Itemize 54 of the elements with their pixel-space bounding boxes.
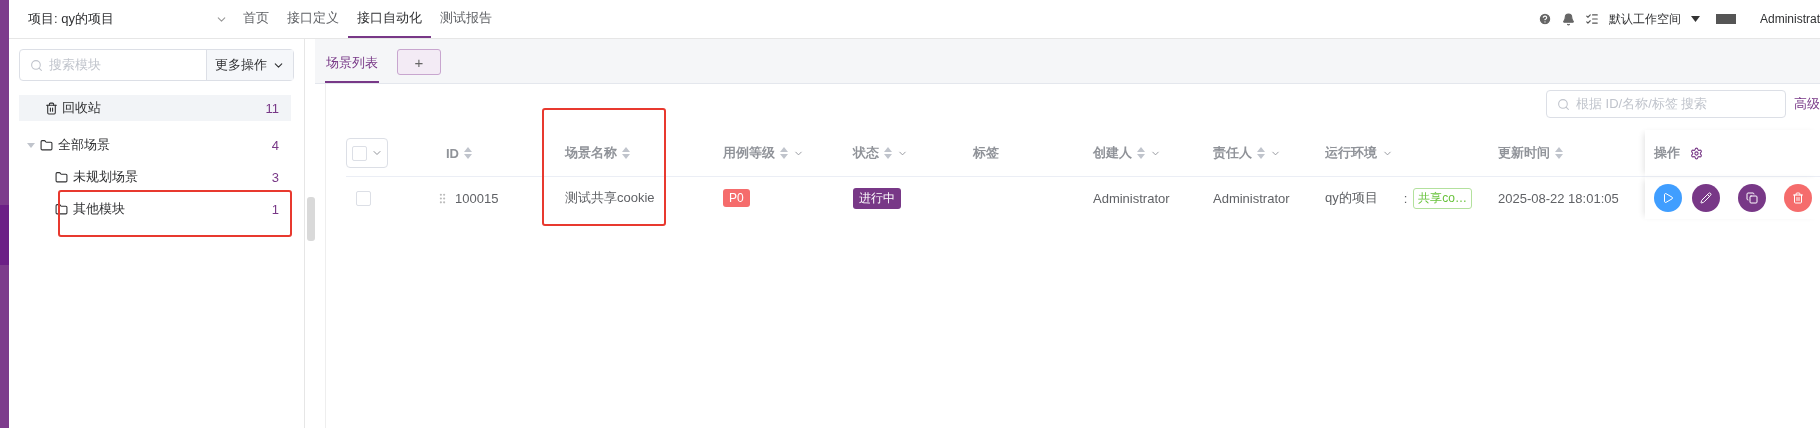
nav-tab[interactable]: 首页 <box>234 0 278 38</box>
advanced-search-link[interactable]: 高级 <box>1794 95 1820 113</box>
folder-icon <box>55 170 68 184</box>
sort-icon[interactable] <box>1257 147 1265 159</box>
status-badge: 进行中 <box>853 187 901 209</box>
sort-icon[interactable] <box>1137 147 1145 159</box>
level-badge: P0 <box>723 189 750 207</box>
checklist-icon[interactable] <box>1584 12 1599 26</box>
table-cell: 100015 <box>455 190 499 206</box>
settings-icon[interactable] <box>1690 146 1703 160</box>
table-cell: 2025-08-22 18:01:05 <box>1498 190 1619 206</box>
tree-item[interactable]: 其他模块 1 <box>19 193 291 225</box>
folder-icon <box>40 138 53 152</box>
project-select[interactable]: 项目: qy的项目 <box>9 10 228 28</box>
table-cell: qy的项目 <box>1325 189 1378 207</box>
user-name[interactable]: Administrat <box>1759 12 1820 26</box>
nav-tab[interactable]: 接口定义 <box>278 0 348 38</box>
recycle-bin-item[interactable]: 回收站 11 <box>19 95 291 121</box>
edit-button[interactable] <box>1692 184 1720 212</box>
tab[interactable]: 场景列表 <box>325 45 379 83</box>
resize-handle[interactable] <box>307 196 315 241</box>
row-checkbox[interactable] <box>356 190 371 206</box>
caret-down-icon <box>1690 16 1700 22</box>
nav-tab[interactable]: 测试报告 <box>431 0 501 38</box>
column-header: 操作 <box>1654 144 1680 162</box>
tree-item[interactable]: 未规划场景 3 <box>19 161 291 193</box>
tree-item[interactable]: 全部场景 4 <box>19 129 291 161</box>
add-tab-button[interactable]: + <box>397 49 441 75</box>
caret-icon <box>27 141 35 149</box>
delete-button[interactable] <box>1784 184 1812 212</box>
sort-icon[interactable] <box>780 147 788 159</box>
header-checkbox[interactable] <box>351 145 367 161</box>
env-tag: 共享co… <box>1413 187 1473 209</box>
trash-icon <box>45 101 58 115</box>
play-icon <box>1662 192 1674 204</box>
sort-icon[interactable] <box>1555 147 1563 159</box>
table-cell: 测试共享cookie <box>565 189 655 207</box>
pencil-icon <box>1700 192 1712 204</box>
trash-icon <box>1792 192 1804 204</box>
sort-icon[interactable] <box>622 147 630 159</box>
search-icon <box>1557 97 1570 111</box>
separator-text: : <box>1403 190 1408 206</box>
table-cell: Administrator <box>1213 190 1290 206</box>
select-all-dropdown[interactable] <box>346 138 388 168</box>
workspace-select[interactable]: 默认工作空间 <box>1608 10 1681 28</box>
sort-icon[interactable] <box>464 147 472 159</box>
copy-button[interactable] <box>1738 184 1766 212</box>
copy-icon <box>1746 192 1758 204</box>
table-cell: Administrator <box>1093 190 1170 206</box>
help-icon[interactable] <box>1537 12 1552 26</box>
folder-icon <box>55 202 68 216</box>
sort-icon[interactable] <box>884 147 892 159</box>
bell-icon[interactable] <box>1561 12 1575 26</box>
run-button[interactable] <box>1654 184 1682 212</box>
